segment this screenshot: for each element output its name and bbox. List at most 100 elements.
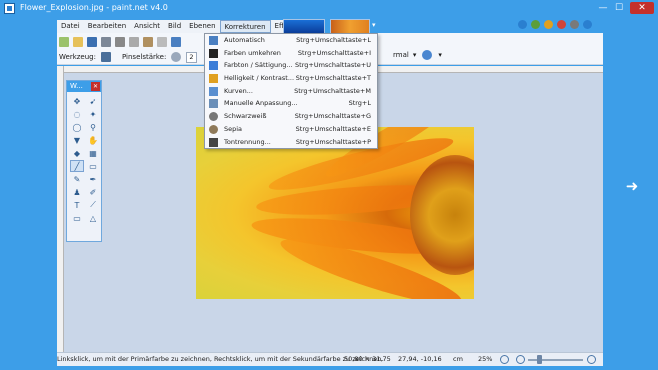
menu-item-farbton-saettigung[interactable]: Farbton / Sättigung... Strg+Umschalttast…	[205, 59, 377, 72]
menu-item-shortcut: Strg+Umschalttaste+I	[297, 48, 371, 57]
next-arrow-icon[interactable]: ➜	[621, 175, 643, 197]
recolor-icon[interactable]: ✐	[86, 186, 100, 198]
undo-icon[interactable]	[171, 37, 181, 47]
menu-bearbeiten[interactable]: Bearbeiten	[84, 20, 130, 33]
menu-item-schwarzweiss[interactable]: Schwarzweiß Strg+Umschalttaste+G	[205, 110, 377, 123]
zoom-level[interactable]: 25%	[478, 353, 492, 366]
paintbrush-tool-icon[interactable]: ╱	[70, 160, 84, 172]
crop-icon[interactable]	[157, 37, 167, 47]
cursor-position: 50,80 × 31,75	[344, 355, 391, 363]
tools-window-icon[interactable]	[518, 20, 527, 29]
zoom-fit-icon[interactable]	[500, 355, 509, 364]
new-file-icon[interactable]	[59, 37, 69, 47]
print-icon[interactable]	[101, 37, 111, 47]
menu-item-automatisch[interactable]: Automatisch Strg+Umschalttaste+L	[205, 34, 377, 47]
hue-saturation-icon	[209, 61, 218, 71]
paste-icon[interactable]	[143, 37, 153, 47]
blend-mode-select[interactable]: rmal	[393, 51, 409, 59]
tools-window-title: W... ✕	[67, 81, 101, 92]
maximize-button[interactable]: ☐	[612, 2, 626, 14]
colors-window-icon[interactable]	[557, 20, 566, 29]
menu-item-manuelle-anpassung[interactable]: Manuelle Anpassung... Strg+L	[205, 97, 377, 110]
help-icon[interactable]	[583, 20, 592, 29]
menu-ansicht[interactable]: Ansicht	[130, 20, 164, 33]
zoom-icon[interactable]: ⚲	[86, 121, 100, 133]
lasso-select-icon[interactable]: ◌	[70, 108, 84, 120]
tool-label: Werkzeug:	[59, 53, 96, 61]
ellipse-select-icon[interactable]: ◯	[70, 121, 84, 133]
menu-item-label: Automatisch	[224, 36, 265, 44]
top-right-icons	[518, 20, 592, 32]
menu-item-tontrennung[interactable]: Tontrennung... Strg+Umschalttaste+P	[205, 136, 377, 149]
menu-item-shortcut: Strg+Umschalttaste+U	[295, 61, 371, 70]
menu-item-label: Helligkeit / Kontrast...	[224, 74, 295, 83]
zoom-out-icon[interactable]	[516, 355, 525, 364]
brush-width-label: Pinselstärke:	[121, 53, 167, 61]
fill-icon[interactable]: ◆	[70, 147, 84, 159]
menu-item-label: Kurven...	[224, 86, 253, 95]
pan-icon[interactable]: ✋	[86, 134, 100, 146]
save-icon[interactable]	[87, 37, 97, 47]
thumbnail-scroll-icon[interactable]: ▾	[372, 21, 376, 29]
move-selection-icon[interactable]: ✥	[70, 95, 84, 107]
open-file-icon[interactable]	[73, 37, 83, 47]
shapes-triangle-icon[interactable]: △	[86, 212, 100, 224]
flower-image[interactable]	[196, 127, 474, 299]
menu-item-sepia[interactable]: Sepia Strg+Umschalttaste+E	[205, 123, 377, 136]
adjustments-menu: Automatisch Strg+Umschalttaste+L Farben …	[204, 33, 378, 149]
menu-item-label: Tontrennung...	[224, 137, 271, 146]
paint-bucket-icon[interactable]: ▼	[70, 134, 84, 146]
ruler-vertical	[57, 66, 64, 352]
cut-icon[interactable]	[115, 37, 125, 47]
color-picker-icon[interactable]: ✒	[86, 173, 100, 185]
copy-icon[interactable]	[129, 37, 139, 47]
history-window-icon[interactable]	[531, 20, 540, 29]
invert-colors-icon	[209, 48, 218, 58]
clone-stamp-icon[interactable]: ♟	[70, 186, 84, 198]
close-button[interactable]: ✕	[630, 2, 654, 14]
pencil-icon[interactable]: ✎	[70, 173, 84, 185]
selection-size: 27,94, -10,16	[398, 355, 442, 363]
shapes-icon[interactable]: ▭	[70, 212, 84, 224]
line-icon[interactable]: ⟋	[86, 199, 100, 211]
layers-window-icon[interactable]	[544, 20, 553, 29]
antialias-dropdown-icon[interactable]: ▾	[438, 51, 442, 59]
blend-dropdown-icon[interactable]: ▾	[413, 51, 417, 59]
gradient-icon[interactable]: ▦	[86, 147, 100, 159]
tools-window-label: W...	[70, 82, 83, 90]
unit-select[interactable]: cm	[453, 353, 463, 366]
menu-korrekturen[interactable]: Korrekturen	[219, 20, 271, 33]
menu-item-shortcut: Strg+Umschalttaste+G	[294, 112, 371, 121]
image-thumbnail-1[interactable]	[283, 19, 325, 34]
flower-center	[410, 155, 474, 275]
paint-net-icon[interactable]	[4, 3, 15, 14]
zoom-in-icon[interactable]	[587, 355, 596, 364]
brush-minus-icon[interactable]	[171, 52, 182, 62]
image-thumbnail-flower[interactable]	[330, 19, 370, 34]
menu-datei[interactable]: Datei	[57, 20, 84, 33]
paintbrush-icon[interactable]	[100, 52, 111, 62]
move-selected-icon[interactable]: ➹	[86, 95, 100, 107]
posterize-icon	[209, 137, 218, 147]
menu-item-farben-umkehren[interactable]: Farben umkehren Strg+Umschalttaste+I	[205, 47, 377, 60]
menu-item-shortcut: Strg+Umschalttaste+L	[296, 36, 371, 44]
zoom-slider-handle[interactable]	[537, 355, 542, 364]
menu-ebenen[interactable]: Ebenen	[185, 20, 219, 33]
brush-width-select[interactable]: 2	[186, 51, 197, 63]
menu-bild[interactable]: Bild	[164, 20, 185, 33]
eraser-icon[interactable]: ▭	[86, 160, 100, 172]
toolbar-row-main	[57, 35, 183, 49]
minimize-button[interactable]: —	[596, 2, 610, 14]
auto-level-icon	[209, 36, 218, 45]
text-icon[interactable]: T	[70, 199, 84, 211]
magic-wand-icon[interactable]: ✦	[86, 108, 100, 120]
menu-item-label: Farbton / Sättigung...	[224, 61, 293, 70]
tools-close-button[interactable]: ✕	[91, 82, 100, 91]
curves-icon	[209, 86, 218, 96]
menu-item-helligkeit-kontrast[interactable]: Helligkeit / Kontrast... Strg+Umschaltta…	[205, 72, 377, 85]
menu-item-label: Sepia	[224, 124, 243, 133]
antialias-icon[interactable]	[422, 50, 433, 60]
menu-item-label: Farben umkehren	[224, 48, 281, 57]
menu-item-kurven[interactable]: Kurven... Strg+Umschalttaste+M	[205, 85, 377, 98]
settings-gear-icon[interactable]	[570, 20, 579, 29]
